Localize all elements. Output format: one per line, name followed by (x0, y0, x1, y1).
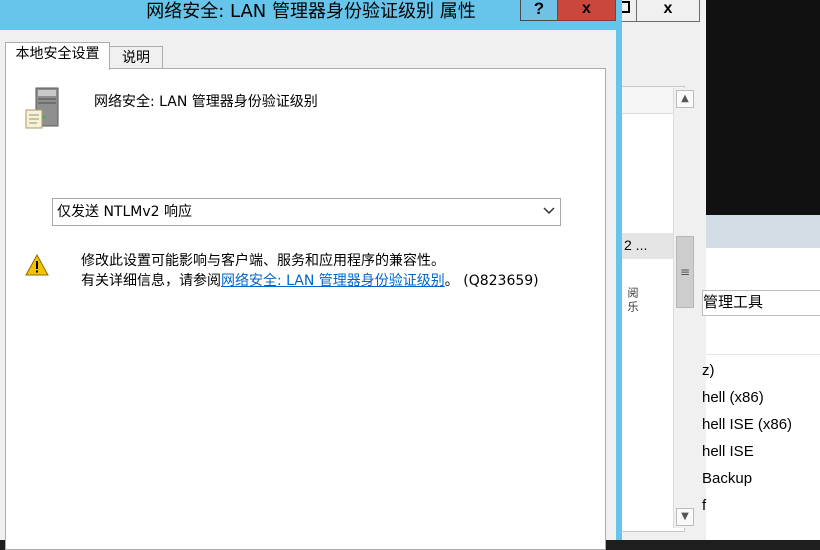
explorer-ribbon-band (706, 215, 820, 248)
close-button[interactable]: x (557, 0, 616, 21)
warning-icon (25, 253, 49, 276)
tab-panel (5, 68, 606, 550)
scrollbar-thumb[interactable]: ≡ (676, 236, 694, 308)
explorer-file-list: z) hell (x86) hell ISE (x86) hell ISE Ba… (702, 362, 820, 524)
help-button[interactable]: ? (520, 0, 558, 21)
list-item[interactable]: hell ISE (702, 443, 820, 470)
explorer-window-fragment: 管理工具 z) hell (x86) hell ISE (x86) hell I… (702, 0, 820, 540)
list-item[interactable]: hell ISE (x86) (702, 416, 820, 443)
background-close-button[interactable]: x (636, 0, 700, 22)
background-text-fragment: 阅 乐 (626, 287, 638, 313)
dialog-body: 本地安全设置 说明 网络安全: LAN 管理器身份验证级别 仅发送 NTLMv2… (0, 30, 616, 550)
list-item[interactable]: z) (702, 362, 820, 389)
background-scrollbar[interactable]: ▲ ≡ ▼ (673, 88, 696, 528)
properties-dialog: 网络安全: LAN 管理器身份验证级别 属性 ? x 本地安全设置 说明 网络安… (0, 0, 622, 550)
warning-text: 修改此设置可能影响与客户端、服务和应用程序的兼容性。 (81, 253, 445, 269)
explorer-dark-area (706, 0, 820, 215)
chevron-down-icon (543, 207, 555, 215)
scroll-down-icon[interactable]: ▼ (676, 508, 694, 526)
select-value: 仅发送 NTLMv2 响应 (57, 204, 192, 220)
explorer-column-header (706, 326, 820, 355)
scroll-up-icon[interactable]: ▲ (676, 90, 694, 108)
list-item[interactable]: f (702, 497, 820, 524)
list-item[interactable]: Backup (702, 470, 820, 497)
policy-help-link[interactable]: 网络安全: LAN 管理器身份验证级别 (221, 273, 445, 289)
warning-more-info-prefix: 有关详细信息，请参阅 (81, 273, 221, 289)
background-row-text: 2 ... (624, 237, 648, 253)
server-policy-icon (22, 86, 64, 130)
warning-more-info: 有关详细信息，请参阅网络安全: LAN 管理器身份验证级别。 (Q823659) (81, 270, 539, 290)
authentication-level-select[interactable]: 仅发送 NTLMv2 响应 (52, 198, 561, 226)
tab-local-security-setting[interactable]: 本地安全设置 (5, 42, 110, 70)
list-item[interactable]: hell (x86) (702, 389, 820, 416)
explorer-address-bar[interactable]: 管理工具 (702, 290, 820, 316)
warning-more-info-suffix: 。 (Q823659) (444, 273, 539, 289)
policy-title: 网络安全: LAN 管理器身份验证级别 (94, 94, 318, 110)
